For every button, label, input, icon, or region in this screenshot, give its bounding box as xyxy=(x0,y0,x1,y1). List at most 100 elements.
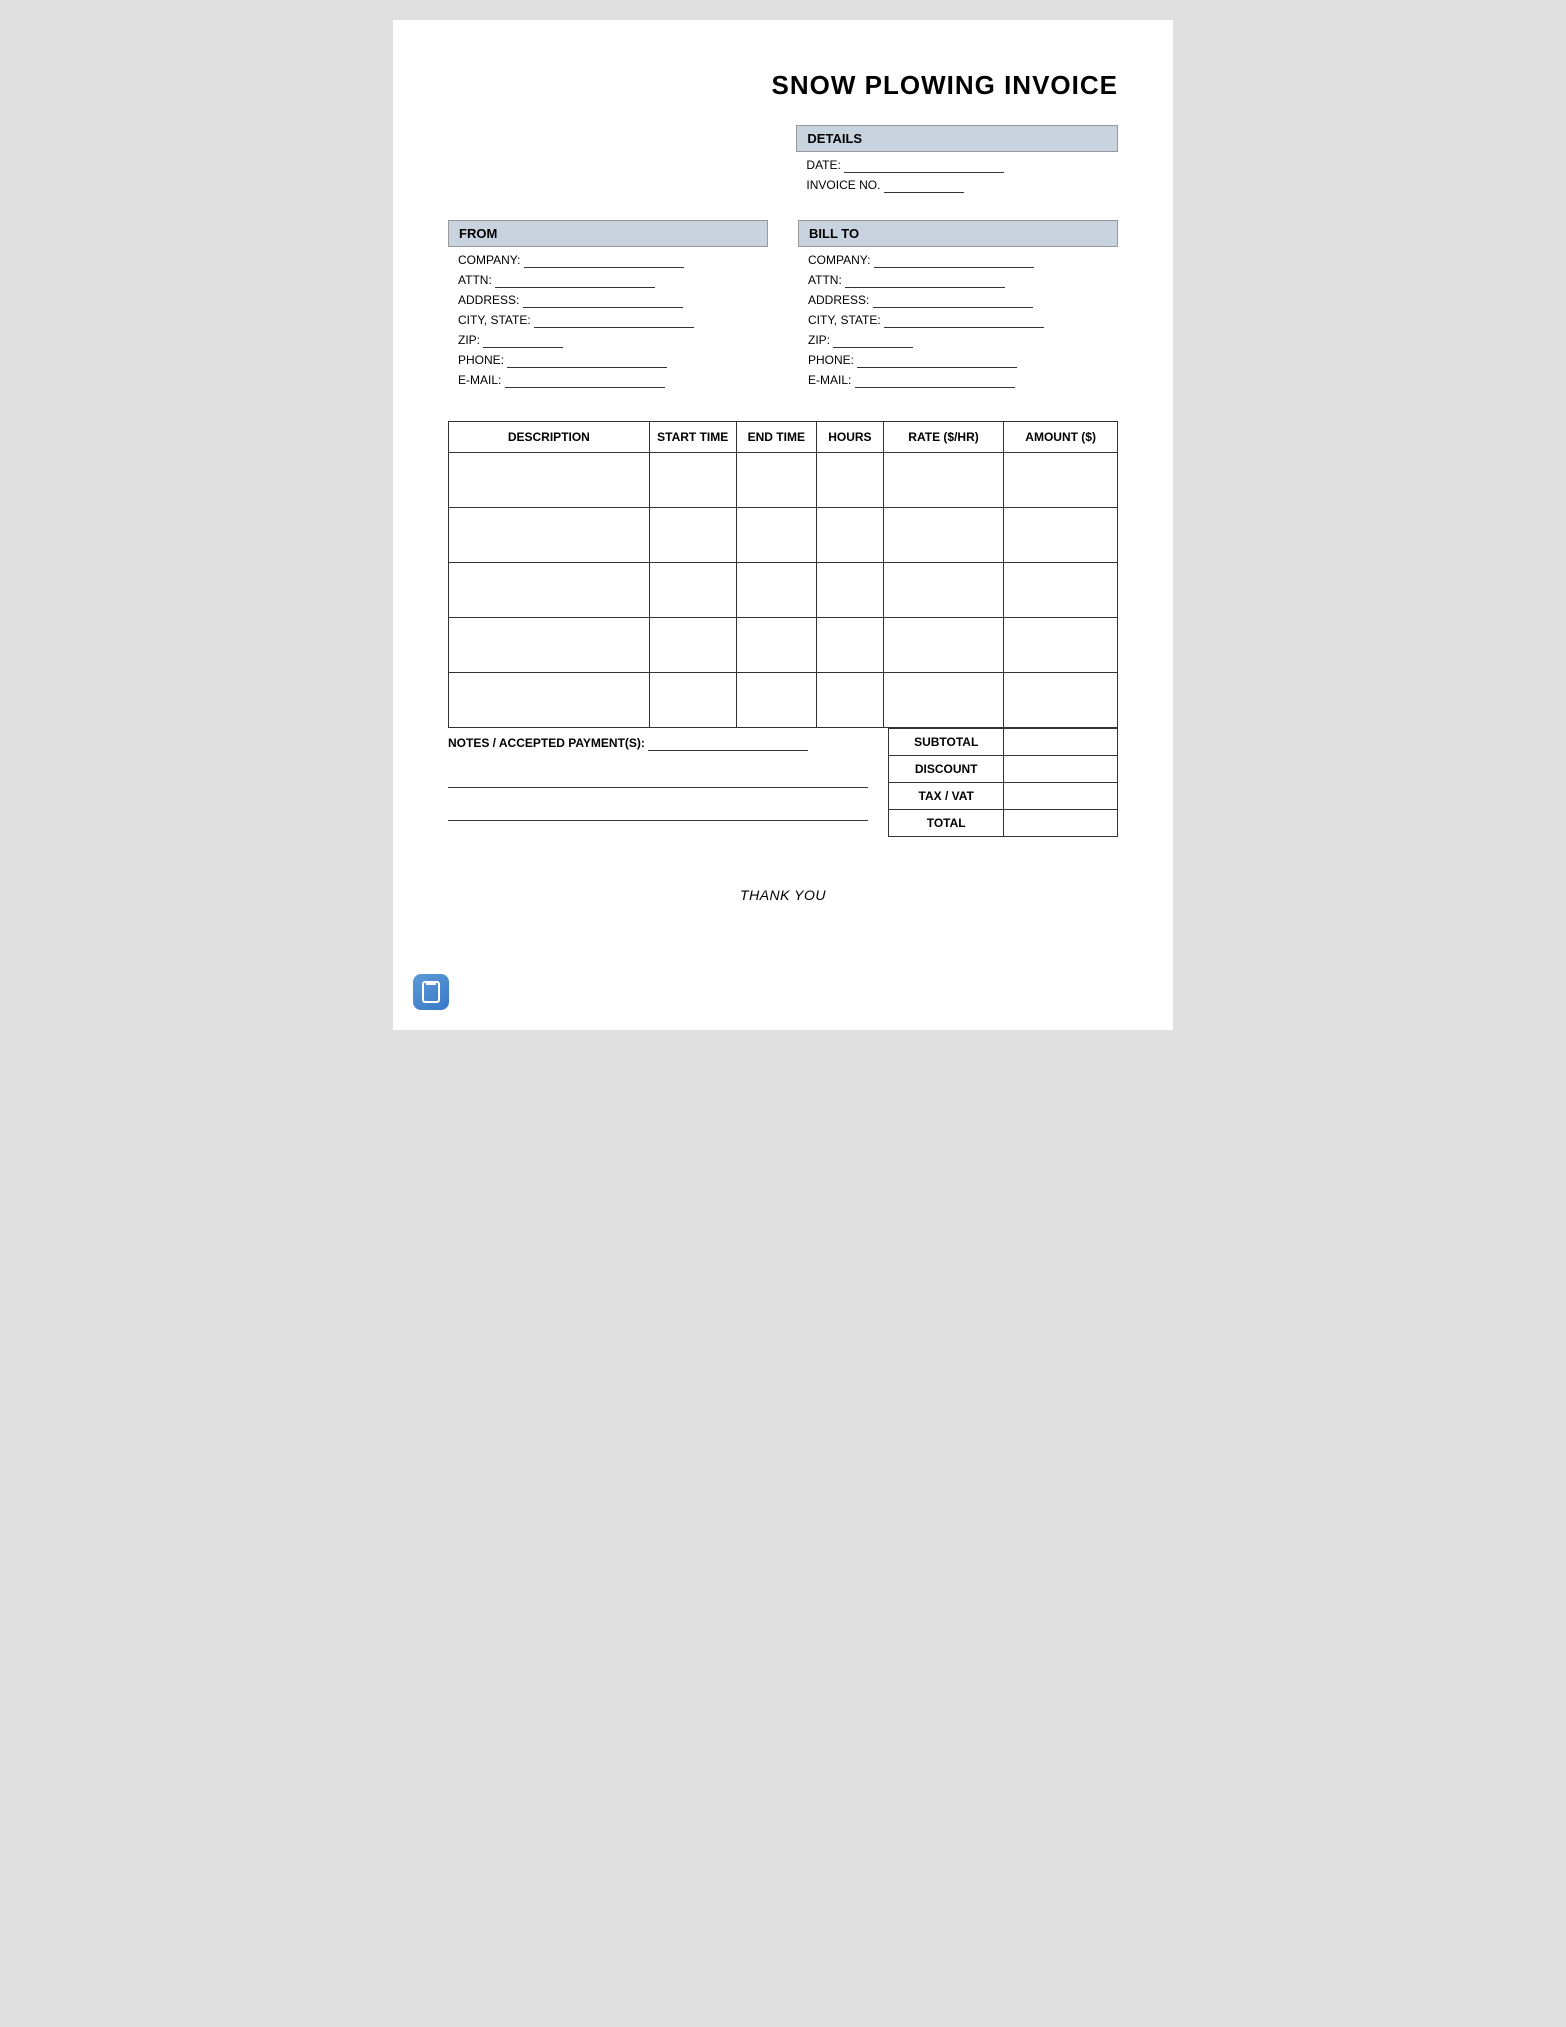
row3-amount[interactable] xyxy=(1004,563,1118,618)
bill-attn: ATTN: xyxy=(798,273,1118,288)
notes-payment-line[interactable] xyxy=(648,736,808,751)
invoice-no-field: INVOICE NO. xyxy=(796,178,1118,193)
notes-line-1[interactable] xyxy=(448,773,868,788)
from-zip-line[interactable] xyxy=(483,333,563,348)
table-row[interactable] xyxy=(449,618,1118,673)
bill-email: E-MAIL: xyxy=(798,373,1118,388)
notes-line-2[interactable] xyxy=(448,806,868,821)
tax-vat-label: TAX / VAT xyxy=(889,783,1004,810)
table-row[interactable] xyxy=(449,508,1118,563)
bill-company: COMPANY: xyxy=(798,253,1118,268)
row5-amount[interactable] xyxy=(1004,673,1118,728)
row3-end[interactable] xyxy=(736,563,816,618)
notes-area: NOTES / ACCEPTED PAYMENT(S): xyxy=(448,728,868,821)
row5-start[interactable] xyxy=(649,673,736,728)
row5-rate[interactable] xyxy=(883,673,1003,728)
row3-desc[interactable] xyxy=(449,563,650,618)
row1-desc[interactable] xyxy=(449,453,650,508)
row5-hours[interactable] xyxy=(816,673,883,728)
col-end-time: END TIME xyxy=(736,422,816,453)
from-zip: ZIP: xyxy=(448,333,768,348)
row2-start[interactable] xyxy=(649,508,736,563)
app-icon[interactable] xyxy=(413,974,449,1010)
bill-company-line[interactable] xyxy=(874,253,1034,268)
row5-end[interactable] xyxy=(736,673,816,728)
from-phone-line[interactable] xyxy=(507,353,667,368)
from-city-state: CITY, STATE: xyxy=(448,313,768,328)
totals-table: SUBTOTAL DISCOUNT TAX / VAT TOTAL xyxy=(888,728,1118,837)
row2-amount[interactable] xyxy=(1004,508,1118,563)
row3-rate[interactable] xyxy=(883,563,1003,618)
notes-label: NOTES / ACCEPTED PAYMENT(S): xyxy=(448,736,868,751)
bill-phone: PHONE: xyxy=(798,353,1118,368)
details-header: DETAILS xyxy=(796,125,1118,152)
total-row: TOTAL xyxy=(889,810,1118,837)
from-company: COMPANY: xyxy=(448,253,768,268)
bill-to-header: BILL TO xyxy=(798,220,1118,247)
tax-vat-value[interactable] xyxy=(1004,783,1118,810)
from-email-line[interactable] xyxy=(505,373,665,388)
row4-desc[interactable] xyxy=(449,618,650,673)
from-header: FROM xyxy=(448,220,768,247)
row1-hours[interactable] xyxy=(816,453,883,508)
row4-start[interactable] xyxy=(649,618,736,673)
app-icon-inner xyxy=(422,981,440,1003)
bill-email-line[interactable] xyxy=(855,373,1015,388)
bottom-section: NOTES / ACCEPTED PAYMENT(S): SUBTOTAL DI… xyxy=(448,728,1118,837)
col-rate: RATE ($/HR) xyxy=(883,422,1003,453)
row1-rate[interactable] xyxy=(883,453,1003,508)
bill-zip-line[interactable] xyxy=(833,333,913,348)
table-row[interactable] xyxy=(449,673,1118,728)
bill-attn-line[interactable] xyxy=(845,273,1005,288)
row4-amount[interactable] xyxy=(1004,618,1118,673)
bill-address-line[interactable] xyxy=(873,293,1033,308)
row1-start[interactable] xyxy=(649,453,736,508)
from-attn: ATTN: xyxy=(448,273,768,288)
details-section: DETAILS DATE: INVOICE NO. xyxy=(448,125,1118,198)
totals-box: SUBTOTAL DISCOUNT TAX / VAT TOTAL xyxy=(888,728,1118,837)
bill-phone-line[interactable] xyxy=(857,353,1017,368)
table-header-row: DESCRIPTION START TIME END TIME HOURS RA… xyxy=(449,422,1118,453)
row5-desc[interactable] xyxy=(449,673,650,728)
thank-you-text: THANK YOU xyxy=(448,887,1118,903)
invoice-page: SNOW PLOWING INVOICE DETAILS DATE: INVOI… xyxy=(393,20,1173,1030)
col-amount: AMOUNT ($) xyxy=(1004,422,1118,453)
total-value[interactable] xyxy=(1004,810,1118,837)
col-start-time: START TIME xyxy=(649,422,736,453)
from-phone: PHONE: xyxy=(448,353,768,368)
row2-end[interactable] xyxy=(736,508,816,563)
table-row[interactable] xyxy=(449,453,1118,508)
row2-desc[interactable] xyxy=(449,508,650,563)
from-company-line[interactable] xyxy=(524,253,684,268)
bill-zip: ZIP: xyxy=(798,333,1118,348)
bill-to-section: BILL TO COMPANY: ATTN: ADDRESS: xyxy=(798,220,1118,393)
row1-end[interactable] xyxy=(736,453,816,508)
from-section: FROM COMPANY: ATTN: ADDRESS: xyxy=(448,220,768,393)
row3-hours[interactable] xyxy=(816,563,883,618)
discount-row: DISCOUNT xyxy=(889,756,1118,783)
from-email: E-MAIL: xyxy=(448,373,768,388)
row4-end[interactable] xyxy=(736,618,816,673)
from-city-state-line[interactable] xyxy=(534,313,694,328)
discount-label: DISCOUNT xyxy=(889,756,1004,783)
from-address-line[interactable] xyxy=(523,293,683,308)
row4-rate[interactable] xyxy=(883,618,1003,673)
row1-amount[interactable] xyxy=(1004,453,1118,508)
row2-rate[interactable] xyxy=(883,508,1003,563)
tax-row: TAX / VAT xyxy=(889,783,1118,810)
row3-start[interactable] xyxy=(649,563,736,618)
invoice-no-line[interactable] xyxy=(884,178,964,193)
discount-value[interactable] xyxy=(1004,756,1118,783)
subtotal-value[interactable] xyxy=(1004,729,1118,756)
from-attn-line[interactable] xyxy=(495,273,655,288)
date-line[interactable] xyxy=(844,158,1004,173)
service-table: DESCRIPTION START TIME END TIME HOURS RA… xyxy=(448,421,1118,728)
row2-hours[interactable] xyxy=(816,508,883,563)
bill-city-state-line[interactable] xyxy=(884,313,1044,328)
invoice-title: SNOW PLOWING INVOICE xyxy=(448,70,1118,101)
bill-address: ADDRESS: xyxy=(798,293,1118,308)
row4-hours[interactable] xyxy=(816,618,883,673)
from-address: ADDRESS: xyxy=(448,293,768,308)
table-row[interactable] xyxy=(449,563,1118,618)
col-description: DESCRIPTION xyxy=(449,422,650,453)
